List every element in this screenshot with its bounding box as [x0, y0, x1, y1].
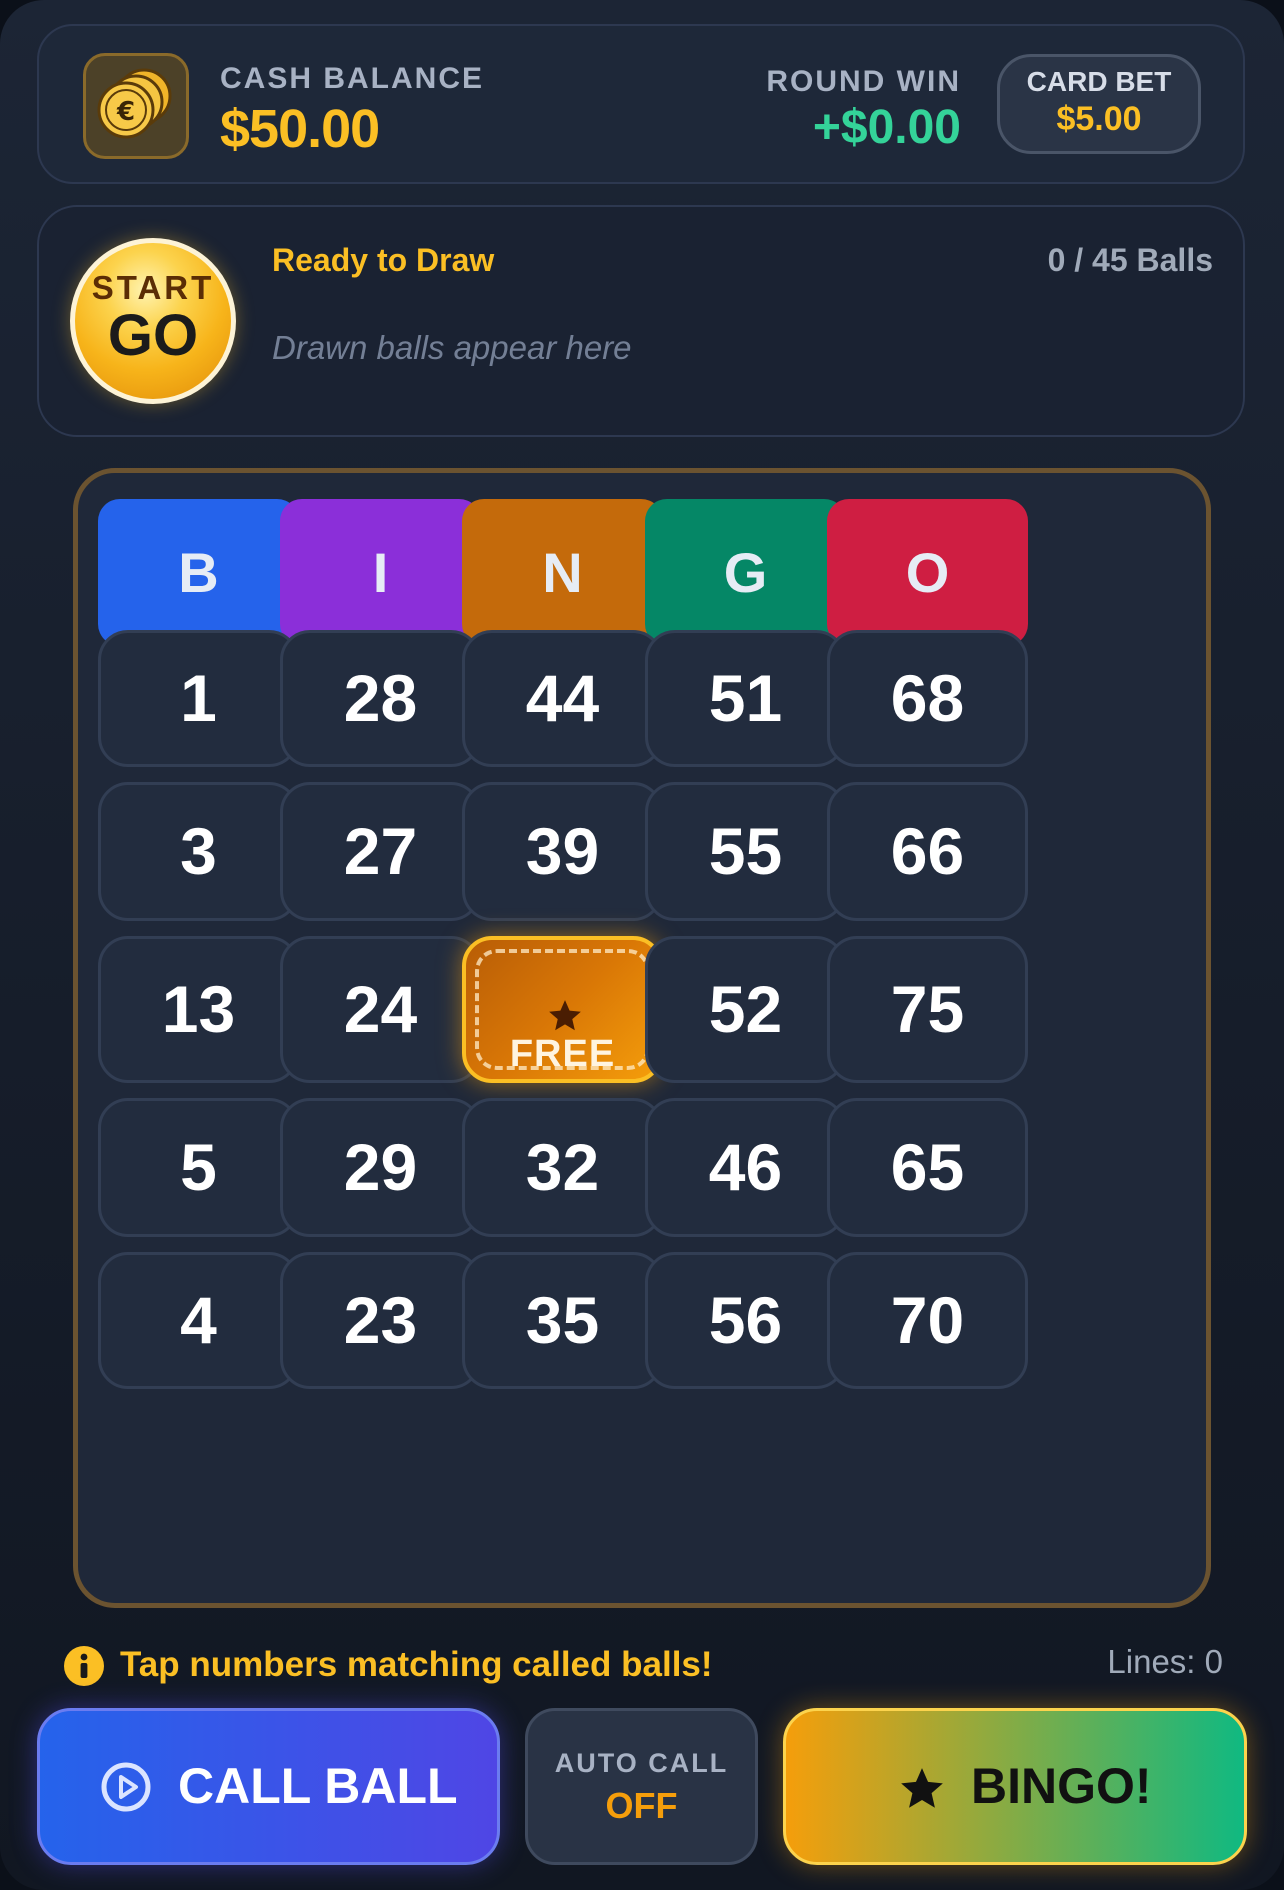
bingo-number-cell[interactable]: 56: [645, 1252, 846, 1389]
auto-call-value: OFF: [605, 1785, 678, 1826]
card-bet-label: CARD BET: [1026, 66, 1172, 97]
card-bet-value: $5.00: [1056, 100, 1142, 138]
column-header-i: I: [280, 499, 481, 646]
star-icon: [897, 1764, 947, 1819]
bingo-number-cell[interactable]: 4: [98, 1252, 299, 1389]
free-label: FREE: [509, 1033, 616, 1075]
bingo-card: B I N G O 1 28 44 51 68 3 27 39 55 66 13 24 FREE 52 75 5 29 32…: [73, 468, 1211, 1608]
bingo-number-cell[interactable]: 1: [98, 630, 299, 767]
free-space-cell[interactable]: FREE: [462, 936, 663, 1083]
auto-call-toggle[interactable]: AUTO CALL OFF: [525, 1708, 758, 1865]
go-label: GO: [107, 303, 199, 368]
call-ball-button[interactable]: CALL BALL: [37, 1708, 500, 1865]
draw-panel: START GO Ready to Draw 0 / 45 Balls Draw…: [37, 205, 1245, 437]
cash-balance-label: CASH BALANCE: [220, 62, 484, 95]
draw-status: Ready to Draw: [272, 242, 495, 278]
bingo-number-cell[interactable]: 66: [827, 782, 1028, 921]
bingo-number-cell[interactable]: 27: [280, 782, 481, 921]
column-header-b: B: [98, 499, 299, 646]
drawn-balls-placeholder: Drawn balls appear here: [272, 329, 632, 366]
lines-counter: Lines: 0: [1107, 1643, 1223, 1680]
bingo-number-cell[interactable]: 65: [827, 1098, 1028, 1237]
call-ball-label: CALL BALL: [178, 1758, 458, 1814]
bingo-number-cell[interactable]: 13: [98, 936, 299, 1083]
svg-text:€: €: [116, 97, 135, 127]
round-win-value: +$0.00: [812, 101, 961, 154]
column-header-n: N: [462, 499, 663, 646]
round-win-label: ROUND WIN: [766, 65, 961, 98]
play-circle-icon: [100, 1761, 152, 1818]
bingo-number-cell[interactable]: 35: [462, 1252, 663, 1389]
cash-balance-value: $50.00: [220, 99, 380, 159]
app-frame: € CASH BALANCE $50.00 ROUND WIN +$0.00 C…: [0, 0, 1284, 1890]
euro-coins-icon: €: [83, 53, 189, 159]
column-header-o: O: [827, 499, 1028, 646]
bingo-number-cell[interactable]: 70: [827, 1252, 1028, 1389]
bingo-number-cell[interactable]: 32: [462, 1098, 663, 1237]
start-go-button[interactable]: START GO: [70, 238, 236, 404]
bingo-number-cell[interactable]: 28: [280, 630, 481, 767]
bingo-number-cell[interactable]: 46: [645, 1098, 846, 1237]
bingo-number-cell[interactable]: 44: [462, 630, 663, 767]
bingo-number-cell[interactable]: 3: [98, 782, 299, 921]
start-label: START: [91, 269, 215, 306]
bingo-number-cell[interactable]: 51: [645, 630, 846, 767]
hint-text: Tap numbers matching called balls!: [120, 1645, 713, 1684]
bingo-number-cell[interactable]: 29: [280, 1098, 481, 1237]
bingo-number-cell[interactable]: 24: [280, 936, 481, 1083]
bingo-number-cell[interactable]: 52: [645, 936, 846, 1083]
info-icon: [64, 1646, 104, 1686]
bingo-number-cell[interactable]: 23: [280, 1252, 481, 1389]
bingo-number-cell[interactable]: 68: [827, 630, 1028, 767]
bingo-number-cell[interactable]: 55: [645, 782, 846, 921]
bingo-button[interactable]: BINGO!: [783, 1708, 1247, 1865]
column-header-g: G: [645, 499, 846, 646]
card-bet-button[interactable]: CARD BET $5.00: [997, 54, 1201, 154]
bingo-number-cell[interactable]: 75: [827, 936, 1028, 1083]
auto-call-label: AUTO CALL: [554, 1748, 729, 1778]
bingo-number-cell[interactable]: 39: [462, 782, 663, 921]
bingo-number-cell[interactable]: 5: [98, 1098, 299, 1237]
balance-bar: € CASH BALANCE $50.00 ROUND WIN +$0.00 C…: [37, 24, 1245, 184]
ball-count: 0 / 45 Balls: [1047, 242, 1213, 278]
bingo-label: BINGO!: [971, 1758, 1152, 1814]
